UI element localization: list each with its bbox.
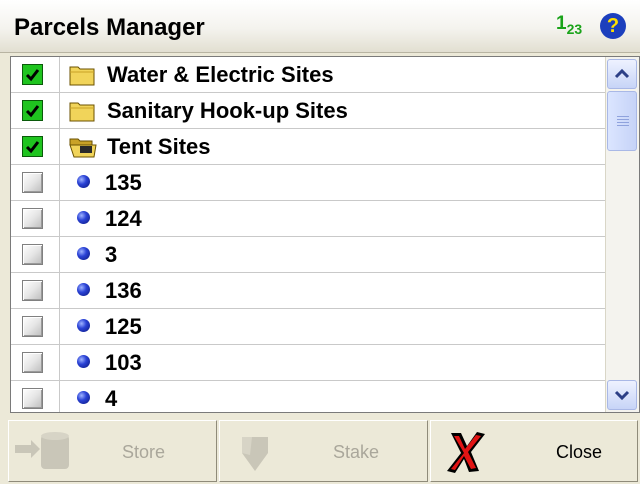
vertical-scrollbar[interactable] — [605, 57, 639, 412]
store-button[interactable]: Store — [8, 420, 217, 482]
help-icon[interactable]: ? — [600, 13, 626, 39]
checkbox-unchecked[interactable] — [22, 172, 43, 193]
checkbox-cell — [11, 345, 60, 380]
sort-123-icon[interactable]: 123 — [556, 13, 583, 38]
site-dot-icon — [77, 175, 90, 188]
checkbox-checked[interactable] — [22, 100, 43, 121]
parcels-list[interactable]: Water & Electric Sites Sanitary Hook-up S… — [10, 56, 640, 413]
parcels-manager-window: Parcels Manager 123 ? Water & Electric S… — [0, 0, 640, 484]
thumb-grip — [617, 119, 629, 120]
checkmark-icon — [25, 69, 40, 82]
site-label: 3 — [105, 242, 118, 267]
sort-icon-main: 1 — [556, 13, 567, 34]
scroll-down-button[interactable] — [607, 380, 637, 410]
site-dot-icon — [77, 319, 90, 332]
scroll-up-button[interactable] — [607, 59, 637, 89]
site-row[interactable]: 125 — [11, 309, 605, 345]
site-row[interactable]: 103 — [11, 345, 605, 381]
checkbox-cell — [11, 237, 60, 272]
category-row[interactable]: Water & Electric Sites — [11, 57, 605, 93]
thumb-grip — [617, 116, 629, 117]
site-label: 136 — [105, 278, 142, 303]
window-title: Parcels Manager — [14, 14, 205, 41]
site-dot-icon — [77, 211, 90, 224]
site-row[interactable]: 136 — [11, 273, 605, 309]
folder-icon — [68, 99, 98, 128]
site-dot-icon — [77, 391, 90, 404]
chevron-up-icon — [614, 68, 630, 79]
checkbox-checked[interactable] — [22, 136, 43, 157]
site-row[interactable]: 3 — [11, 237, 605, 273]
site-row[interactable]: 4 — [11, 381, 605, 412]
title-bar: Parcels Manager 123 ? — [0, 0, 640, 53]
stake-button[interactable]: Stake — [219, 420, 428, 482]
thumb-grip — [617, 122, 629, 123]
site-row[interactable]: 135 — [11, 165, 605, 201]
category-label: Tent Sites — [107, 134, 211, 159]
store-button-label: Store — [122, 442, 166, 462]
sort-icon-sub: 23 — [566, 21, 583, 37]
site-label: 4 — [105, 386, 118, 411]
site-row[interactable]: 124 — [11, 201, 605, 237]
checkbox-unchecked[interactable] — [22, 352, 43, 373]
site-label: 125 — [105, 314, 142, 339]
checkbox-unchecked[interactable] — [22, 244, 43, 265]
checkbox-cell — [11, 93, 60, 128]
checkmark-icon — [25, 105, 40, 118]
checkbox-cell — [11, 165, 60, 200]
checkbox-cell — [11, 309, 60, 344]
stake-icon — [242, 437, 268, 471]
checkbox-unchecked[interactable] — [22, 316, 43, 337]
folder-icon — [68, 63, 98, 92]
checkbox-cell — [11, 201, 60, 236]
category-row[interactable]: Tent Sites — [11, 129, 605, 165]
close-button[interactable]: Close — [430, 420, 638, 482]
close-button-label: Close — [556, 442, 603, 462]
checkbox-unchecked[interactable] — [22, 280, 43, 301]
checkbox-cell — [11, 57, 60, 92]
open-folder-icon — [68, 135, 98, 164]
site-label: 124 — [105, 206, 142, 231]
site-dot-icon — [77, 247, 90, 260]
site-label: 103 — [105, 350, 142, 375]
checkbox-unchecked[interactable] — [22, 208, 43, 229]
category-row[interactable]: Sanitary Hook-up Sites — [11, 93, 605, 129]
checkbox-cell — [11, 273, 60, 308]
store-icon — [15, 432, 69, 469]
site-dot-icon — [77, 355, 90, 368]
checkbox-unchecked[interactable] — [22, 388, 43, 409]
checkmark-icon — [25, 141, 40, 154]
checkbox-cell — [11, 381, 60, 412]
checkbox-cell — [11, 129, 60, 164]
thumb-grip — [617, 125, 629, 126]
close-icon — [447, 432, 485, 473]
site-dot-icon — [77, 283, 90, 296]
site-label: 135 — [105, 170, 142, 195]
action-bar: Store Stake Close — [0, 420, 640, 484]
stake-button-label: Stake — [333, 442, 380, 462]
category-label: Water & Electric Sites — [107, 62, 334, 87]
category-label: Sanitary Hook-up Sites — [107, 98, 348, 123]
chevron-down-icon — [614, 390, 630, 401]
scroll-thumb[interactable] — [607, 91, 637, 151]
checkbox-checked[interactable] — [22, 64, 43, 85]
